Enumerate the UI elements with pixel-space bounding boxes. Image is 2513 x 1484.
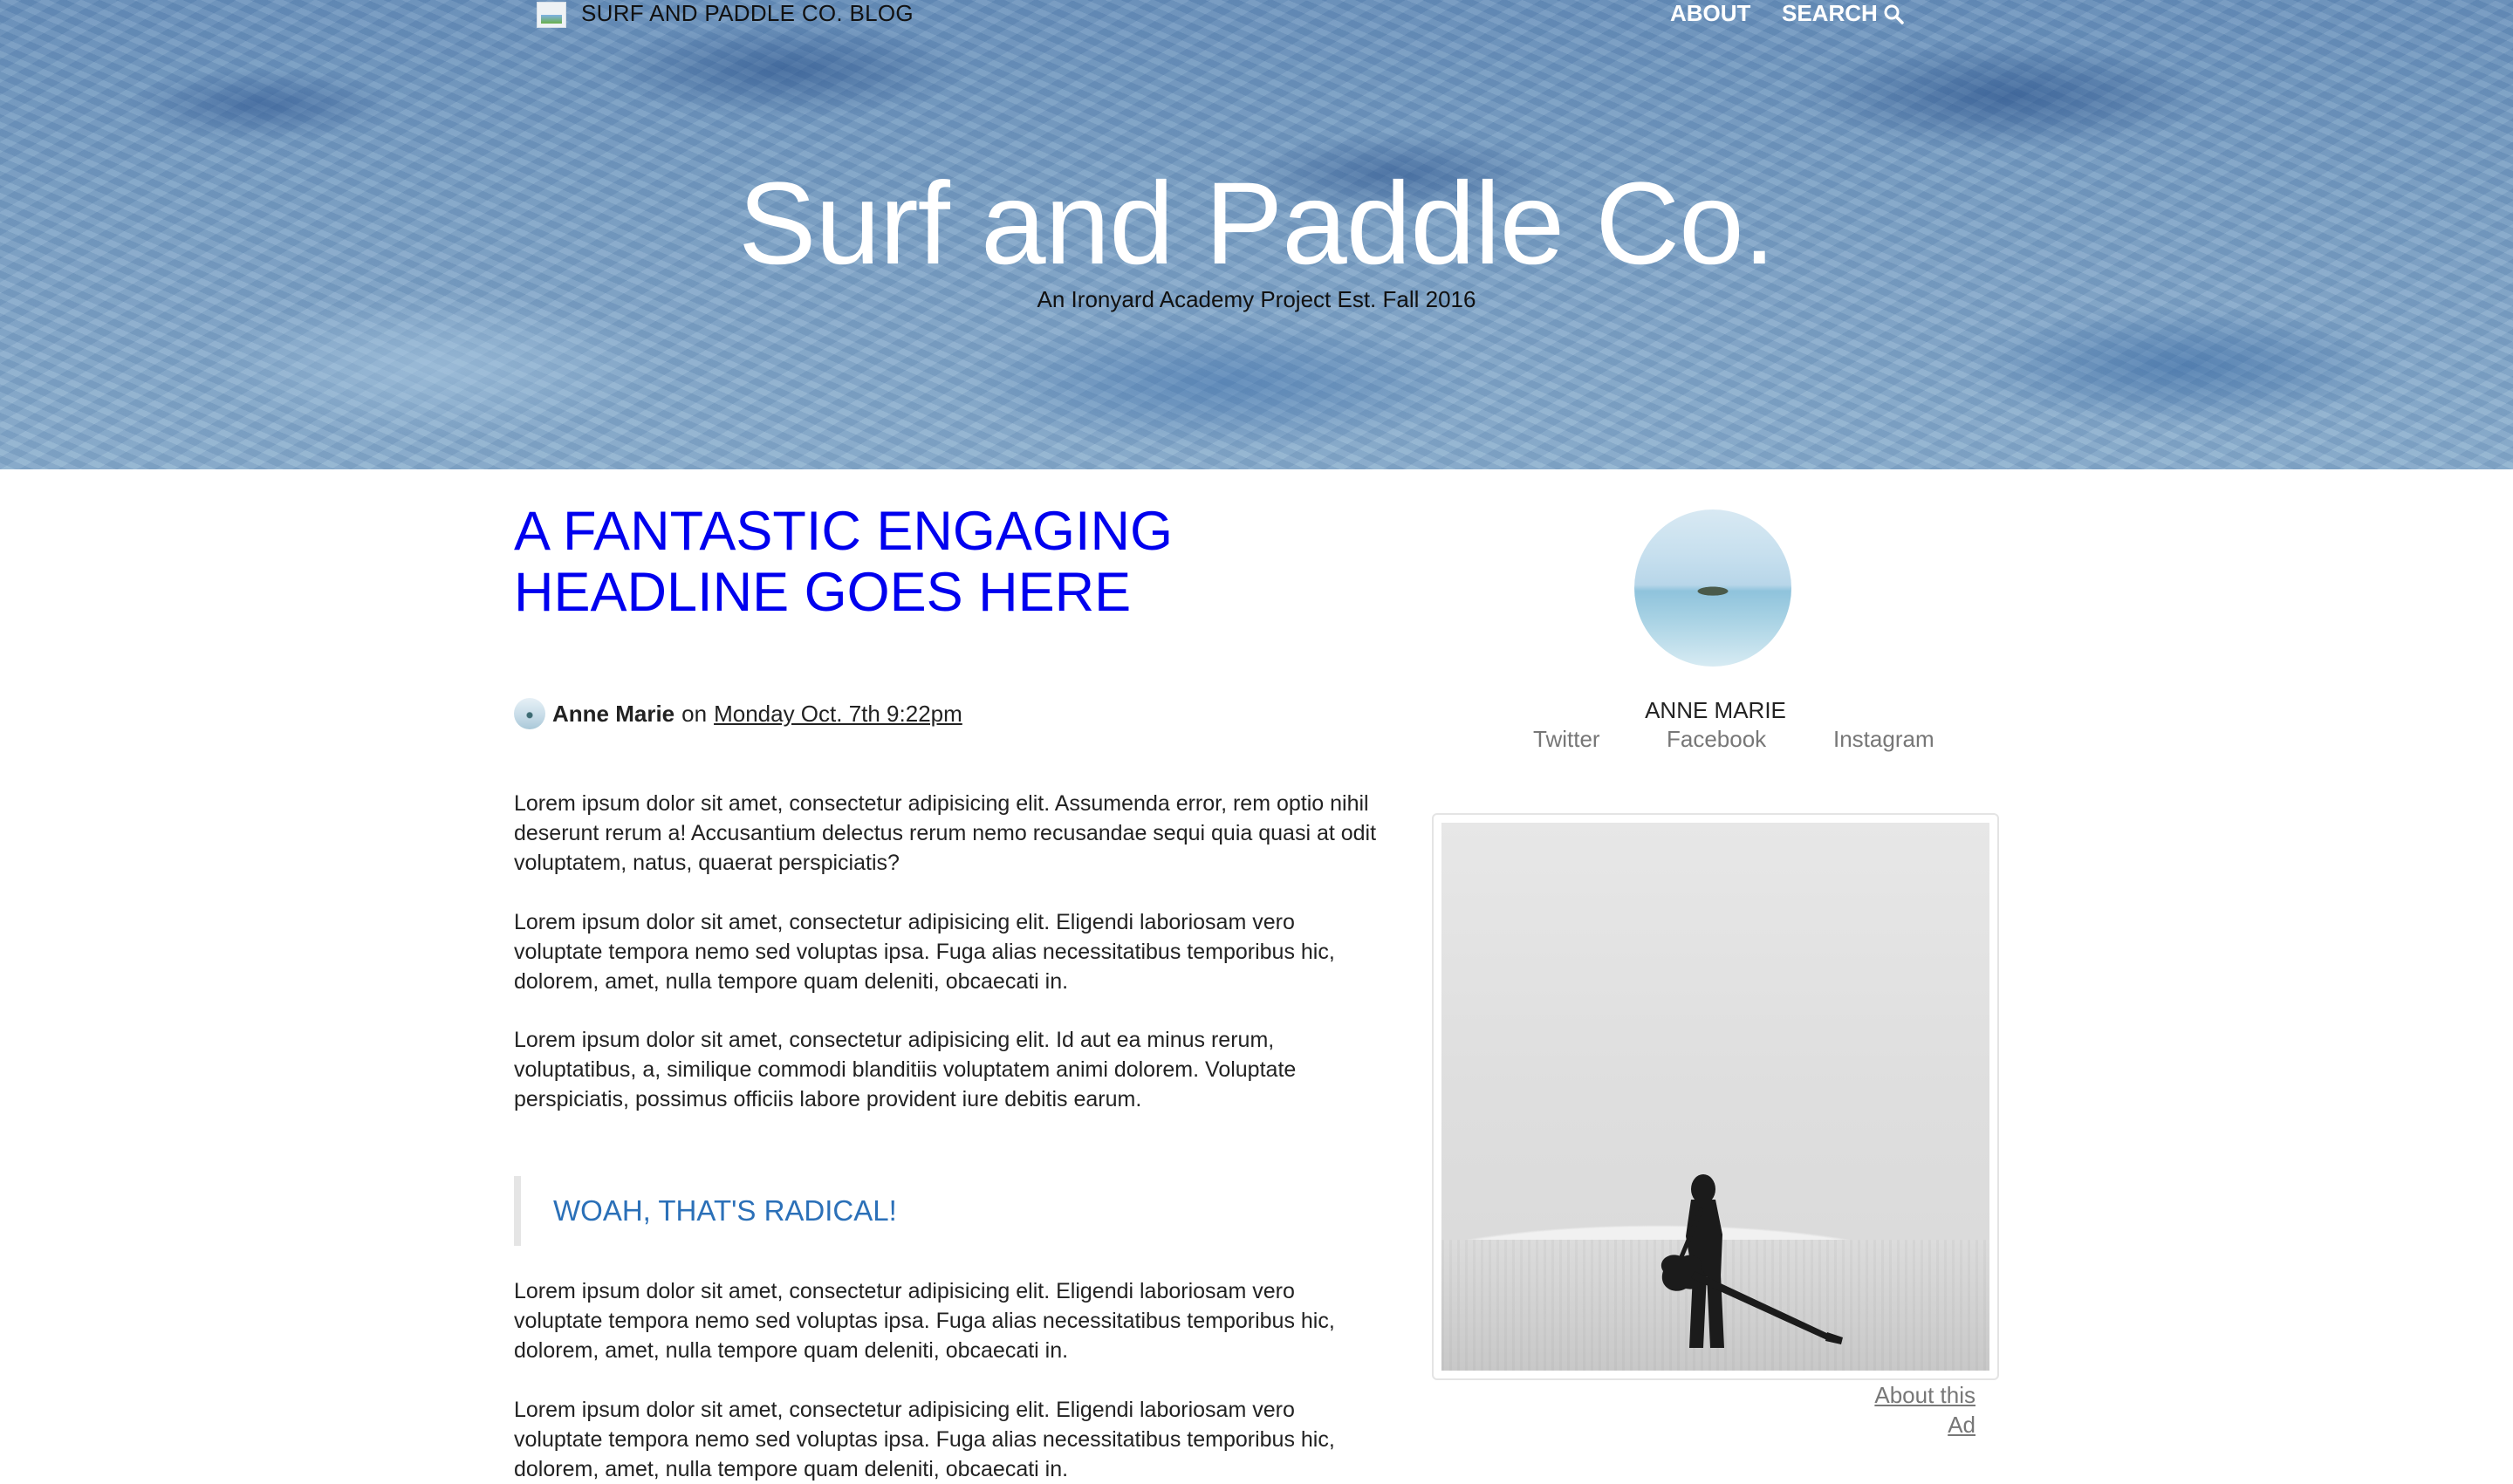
- author-name: Anne Marie: [552, 700, 675, 727]
- article-paragraph: Lorem ipsum dolor sit amet, consectetur …: [514, 1028, 1297, 1111]
- article-paragraph: Lorem ipsum dolor sit amet, consectetur …: [514, 1398, 1335, 1481]
- social-link-twitter[interactable]: Twitter: [1533, 726, 1600, 753]
- blockquote-text: WOAH, THAT'S RADICAL!: [553, 1194, 897, 1227]
- article-headline[interactable]: A FANTASTIC ENGAGING HEADLINE GOES HERE: [514, 501, 1299, 623]
- author-avatar: [514, 698, 545, 729]
- nav-about-link[interactable]: ABOUT: [1670, 0, 1750, 27]
- social-link-instagram[interactable]: Instagram: [1833, 726, 1934, 753]
- profile-photo: [1634, 509, 1791, 667]
- nav-search-link[interactable]: SEARCH: [1782, 0, 1904, 27]
- site-subtitle: An Ironyard Academy Project Est. Fall 20…: [1037, 286, 1476, 312]
- blockquote: WOAH, THAT'S RADICAL!: [514, 1176, 1378, 1246]
- guitarist-silhouette: [1660, 1174, 1843, 1348]
- post-date-link[interactable]: Monday Oct. 7th 9:22pm: [714, 701, 962, 728]
- article-paragraph: Lorem ipsum dolor sit amet, consectetur …: [514, 910, 1335, 994]
- profile-name: ANNE MARIE: [1645, 697, 1786, 723]
- hero-banner: SURF AND PADDLE CO. BLOG ABOUT SEARCH Su…: [0, 0, 2513, 469]
- nav-search-label: SEARCH: [1782, 0, 1878, 26]
- site-title: Surf and Paddle Co.: [738, 159, 1776, 289]
- broken-image-icon[interactable]: [537, 2, 566, 28]
- byline-on: on: [681, 700, 708, 727]
- search-icon: [1884, 4, 1904, 24]
- blog-brand-link[interactable]: SURF AND PADDLE CO. BLOG: [581, 0, 914, 27]
- about-this-ad-link[interactable]: About this Ad: [1867, 1380, 1975, 1440]
- ad-image[interactable]: [1441, 823, 1989, 1371]
- byline: Anne Marie on Monday Oct. 7th 9:22pm: [514, 698, 962, 729]
- social-link-facebook[interactable]: Facebook: [1667, 726, 1766, 753]
- article-paragraph: Lorem ipsum dolor sit amet, consectetur …: [514, 1279, 1335, 1363]
- ad-frame[interactable]: [1432, 813, 1999, 1380]
- article-paragraph: Lorem ipsum dolor sit amet, consectetur …: [514, 791, 1377, 875]
